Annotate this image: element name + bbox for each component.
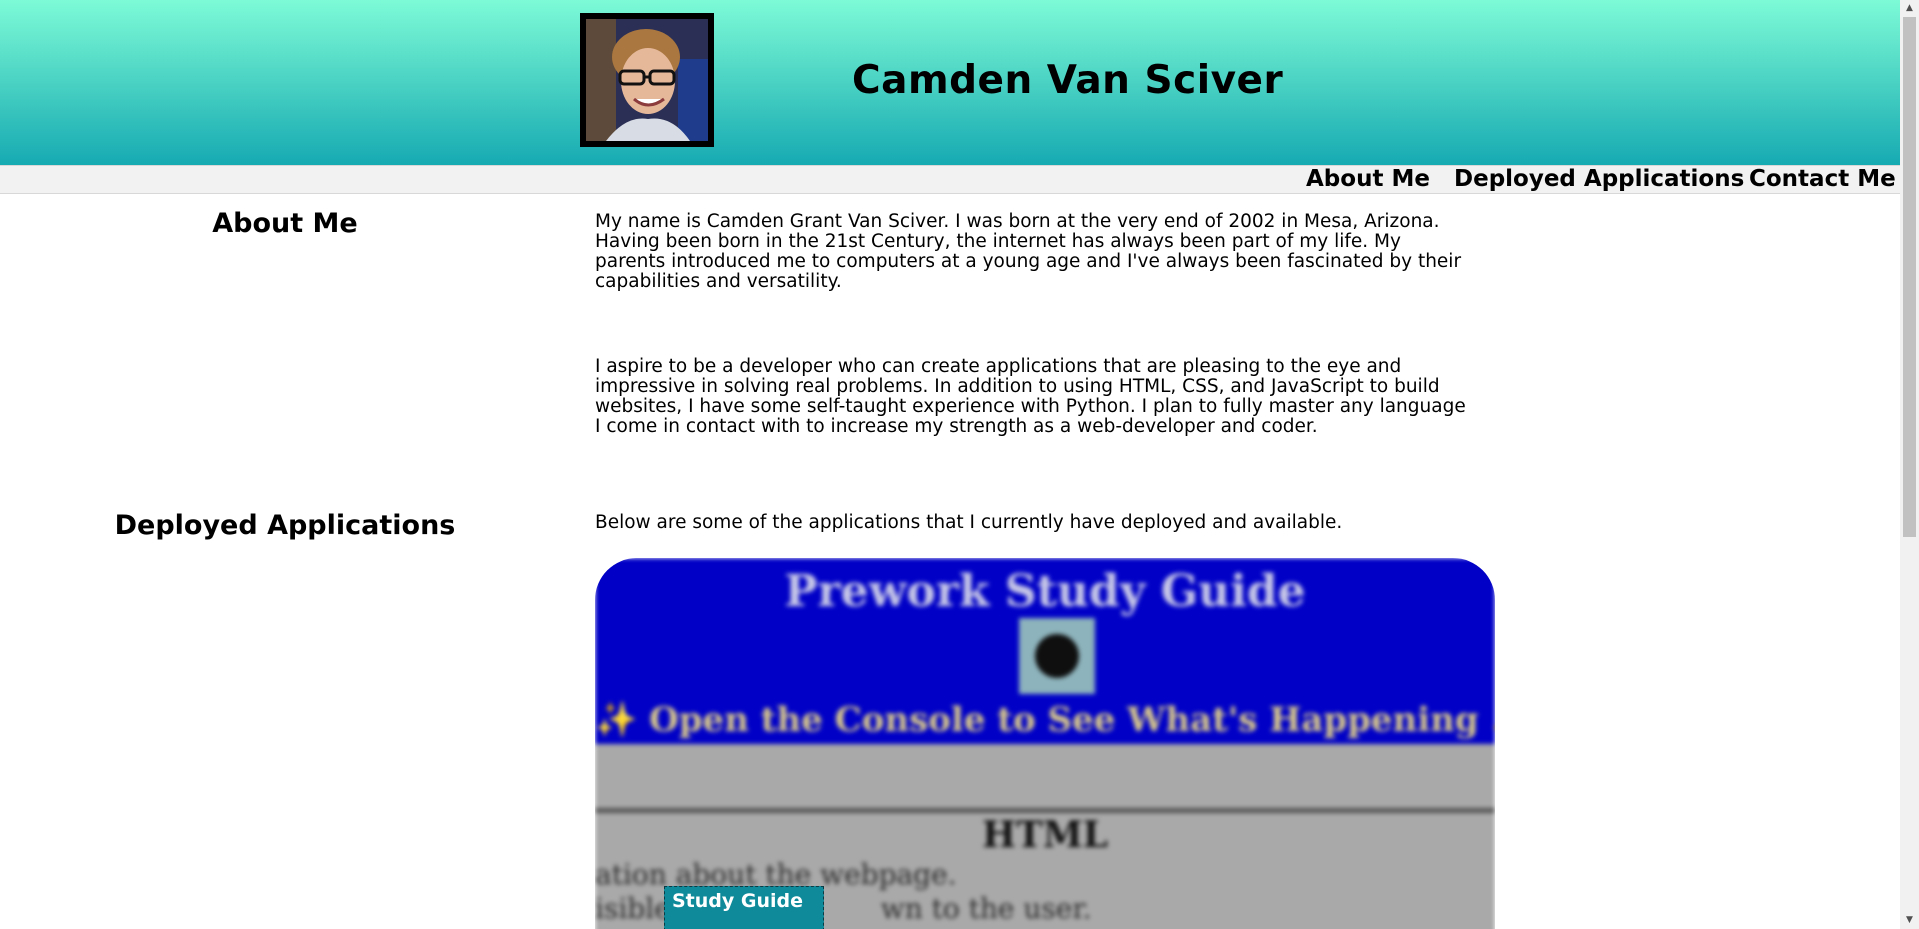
about-paragraph-2: I aspire to be a developer who can creat… — [595, 356, 1466, 437]
scroll-up-arrow-icon[interactable]: ▲ — [1900, 0, 1919, 17]
avatar — [580, 13, 714, 147]
preview-divider — [595, 808, 1495, 813]
site-header: Camden Van Sciver — [0, 0, 1900, 165]
nav-link-deployed-applications[interactable]: Deployed Applications — [1454, 166, 1744, 193]
scrollbar-thumb[interactable] — [1903, 17, 1916, 537]
about-paragraph-1: My name is Camden Grant Van Sciver. I wa… — [595, 211, 1462, 292]
project-label-study-guide[interactable]: Study Guide — [664, 886, 824, 929]
preview-section-title: HTML — [982, 814, 1108, 856]
preview-text-line-2-end: wn to the user. — [880, 892, 1092, 925]
site-title: Camden Van Sciver — [852, 58, 1284, 103]
scroll-down-arrow-icon[interactable]: ▼ — [1900, 912, 1919, 929]
preview-subtitle: ✨ Open the Console to See What's Happeni… — [595, 700, 1495, 740]
preview-logo-icon — [1019, 618, 1095, 694]
preview-text-line-2-start: isible — [595, 892, 671, 925]
preview-logo-circle — [1035, 634, 1079, 678]
nav-link-about-me[interactable]: About Me — [1306, 166, 1430, 193]
avatar-photo — [586, 19, 708, 141]
preview-title: Prework Study Guide — [784, 566, 1306, 617]
main-nav: About Me Deployed Applications Contact M… — [0, 165, 1900, 194]
project-preview-image: Prework Study Guide ✨ Open the Console t… — [595, 558, 1495, 929]
about-me-heading: About Me — [212, 208, 358, 239]
deployed-applications-heading: Deployed Applications — [114, 510, 456, 541]
nav-link-contact-me[interactable]: Contact Me — [1749, 166, 1896, 193]
deployed-intro: Below are some of the applications that … — [595, 512, 1343, 533]
project-card-study-guide[interactable]: Prework Study Guide ✨ Open the Console t… — [595, 558, 1495, 929]
vertical-scrollbar[interactable]: ▲ ▼ — [1900, 0, 1919, 929]
page: Camden Van Sciver About Me Deployed Appl… — [0, 0, 1900, 929]
